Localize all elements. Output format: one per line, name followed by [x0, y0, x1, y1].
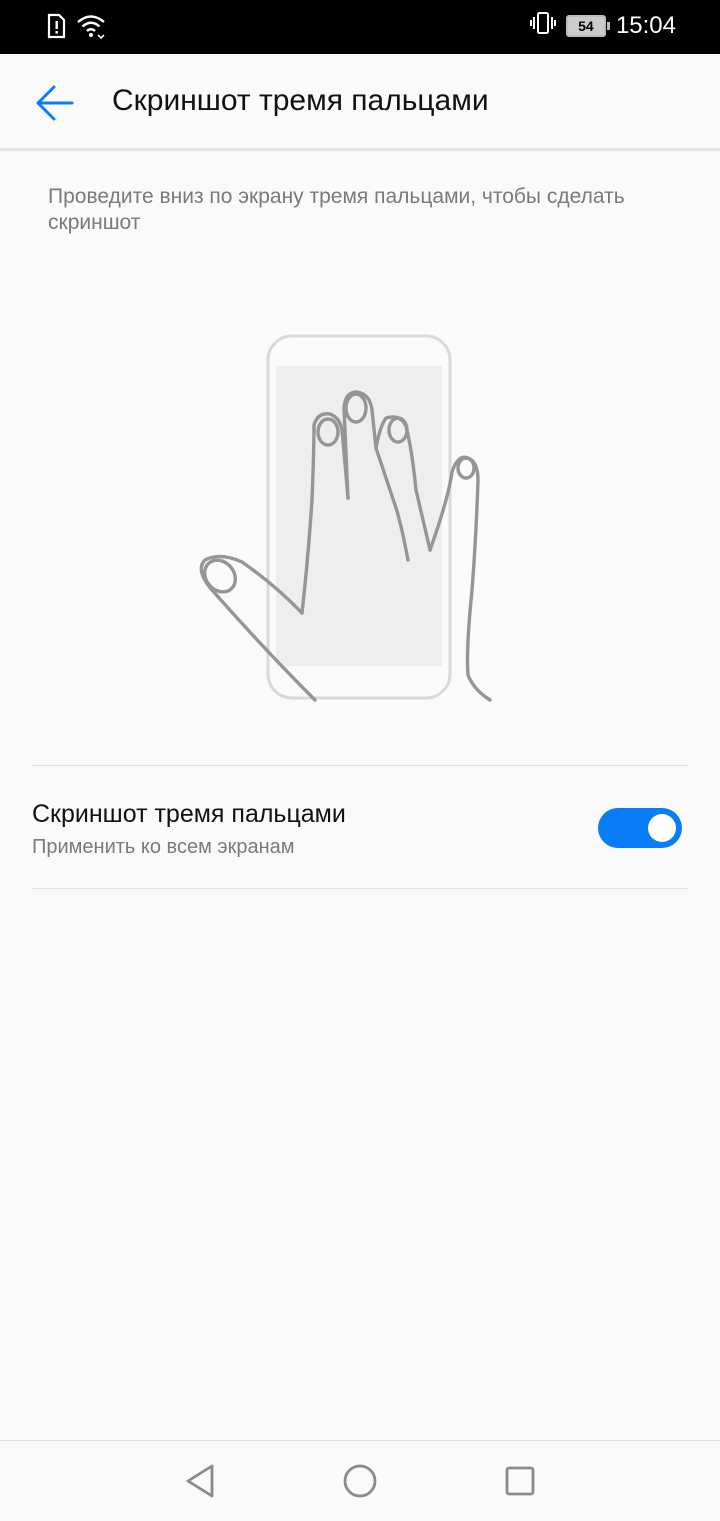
app-bar: Скриншот тремя пальцами	[0, 54, 720, 151]
three-finger-gesture-illustration	[190, 330, 510, 702]
nav-home-button[interactable]	[340, 1461, 380, 1501]
setting-title: Скриншот тремя пальцами	[32, 800, 346, 828]
back-button[interactable]	[30, 82, 80, 124]
status-right: 54 15:04	[529, 10, 676, 41]
three-finger-screenshot-setting[interactable]: Скриншот тремя пальцами Применить ко все…	[32, 766, 688, 888]
home-circle-icon	[343, 1464, 377, 1498]
nav-recents-button[interactable]	[500, 1461, 540, 1501]
vibrate-icon	[529, 10, 556, 41]
setting-subtitle: Применить ко всем экранам	[32, 836, 295, 858]
wifi-icon	[76, 13, 106, 44]
gesture-description: Проведите вниз по экрану тремя пальцами,…	[48, 185, 625, 234]
toggle-knob	[648, 814, 676, 842]
arrow-left-icon	[36, 85, 74, 121]
nav-back-button[interactable]	[180, 1461, 220, 1501]
status-left	[46, 13, 106, 44]
navigation-bar	[0, 1440, 720, 1521]
battery-icon: 54	[565, 14, 610, 37]
battery-level: 54	[578, 17, 594, 34]
status-bar: 54 15:04	[0, 0, 720, 54]
divider-bottom	[32, 888, 688, 889]
sim-alert-icon	[46, 13, 66, 44]
clock: 15:04	[615, 11, 676, 39]
page-title: Скриншот тремя пальцами	[112, 84, 489, 117]
recents-square-icon	[505, 1466, 535, 1496]
three-finger-screenshot-toggle[interactable]	[598, 808, 682, 848]
back-triangle-icon	[186, 1464, 214, 1498]
